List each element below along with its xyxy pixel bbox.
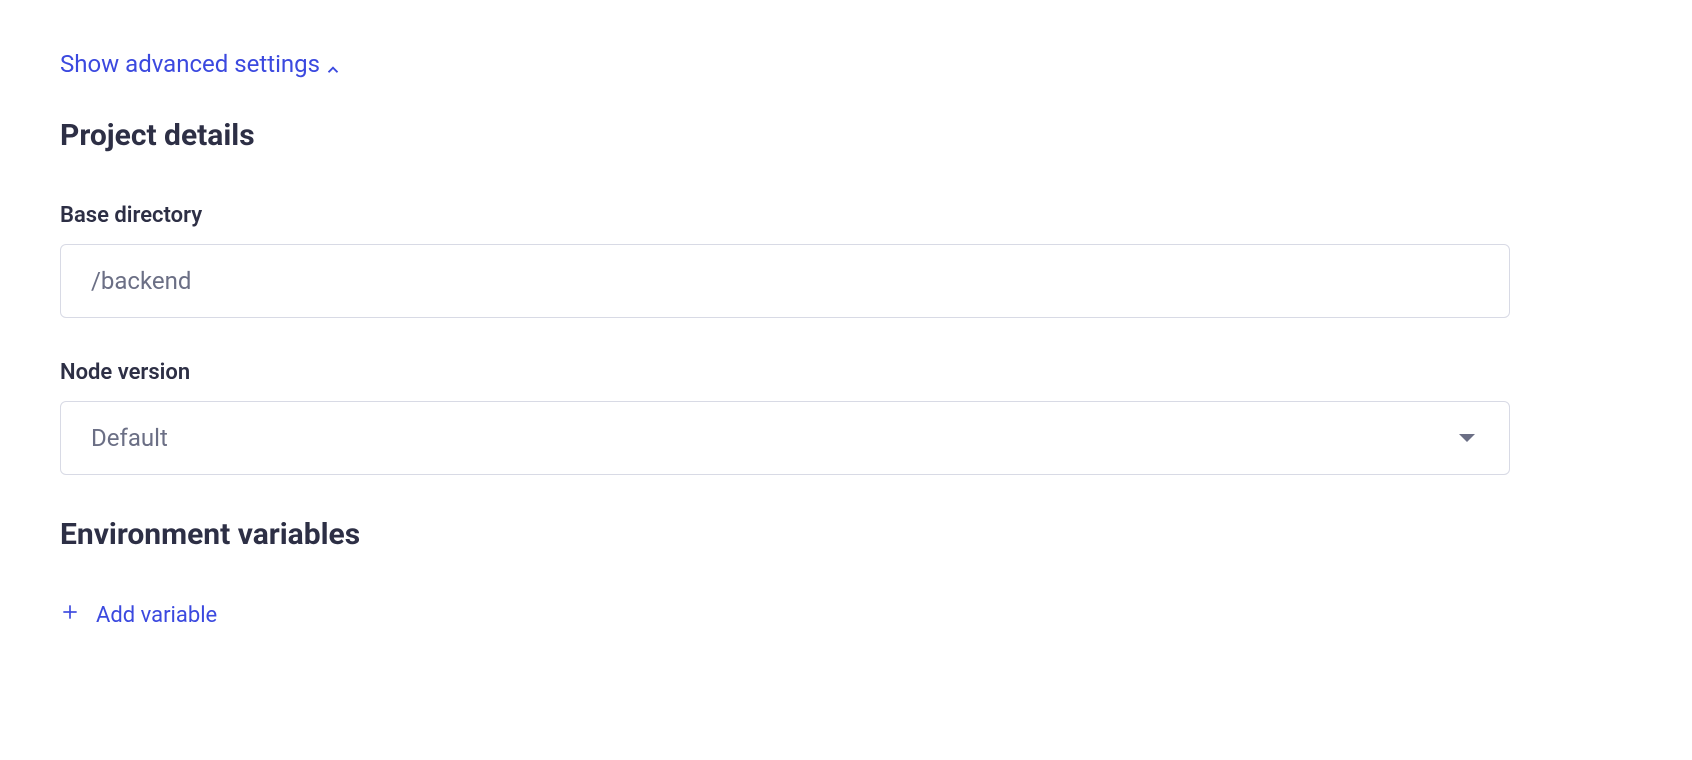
caret-down-icon: [1459, 434, 1475, 442]
add-variable-label: Add variable: [96, 603, 217, 628]
base-directory-input[interactable]: [60, 244, 1510, 318]
node-version-select[interactable]: Default: [60, 401, 1510, 475]
chevron-up-icon: [324, 57, 338, 71]
project-details-heading: Project details: [60, 118, 1510, 153]
node-version-field-group: Node version Default: [60, 360, 1510, 475]
add-variable-button[interactable]: Add variable: [60, 602, 217, 628]
show-advanced-settings-toggle[interactable]: Show advanced settings: [60, 50, 338, 78]
node-version-label: Node version: [60, 360, 1510, 385]
base-directory-label: Base directory: [60, 203, 1510, 228]
toggle-label: Show advanced settings: [60, 50, 320, 78]
node-version-selected-value: Default: [91, 424, 168, 452]
base-directory-field-group: Base directory: [60, 203, 1510, 318]
plus-icon: [60, 602, 80, 628]
environment-variables-heading: Environment variables: [60, 517, 1510, 552]
